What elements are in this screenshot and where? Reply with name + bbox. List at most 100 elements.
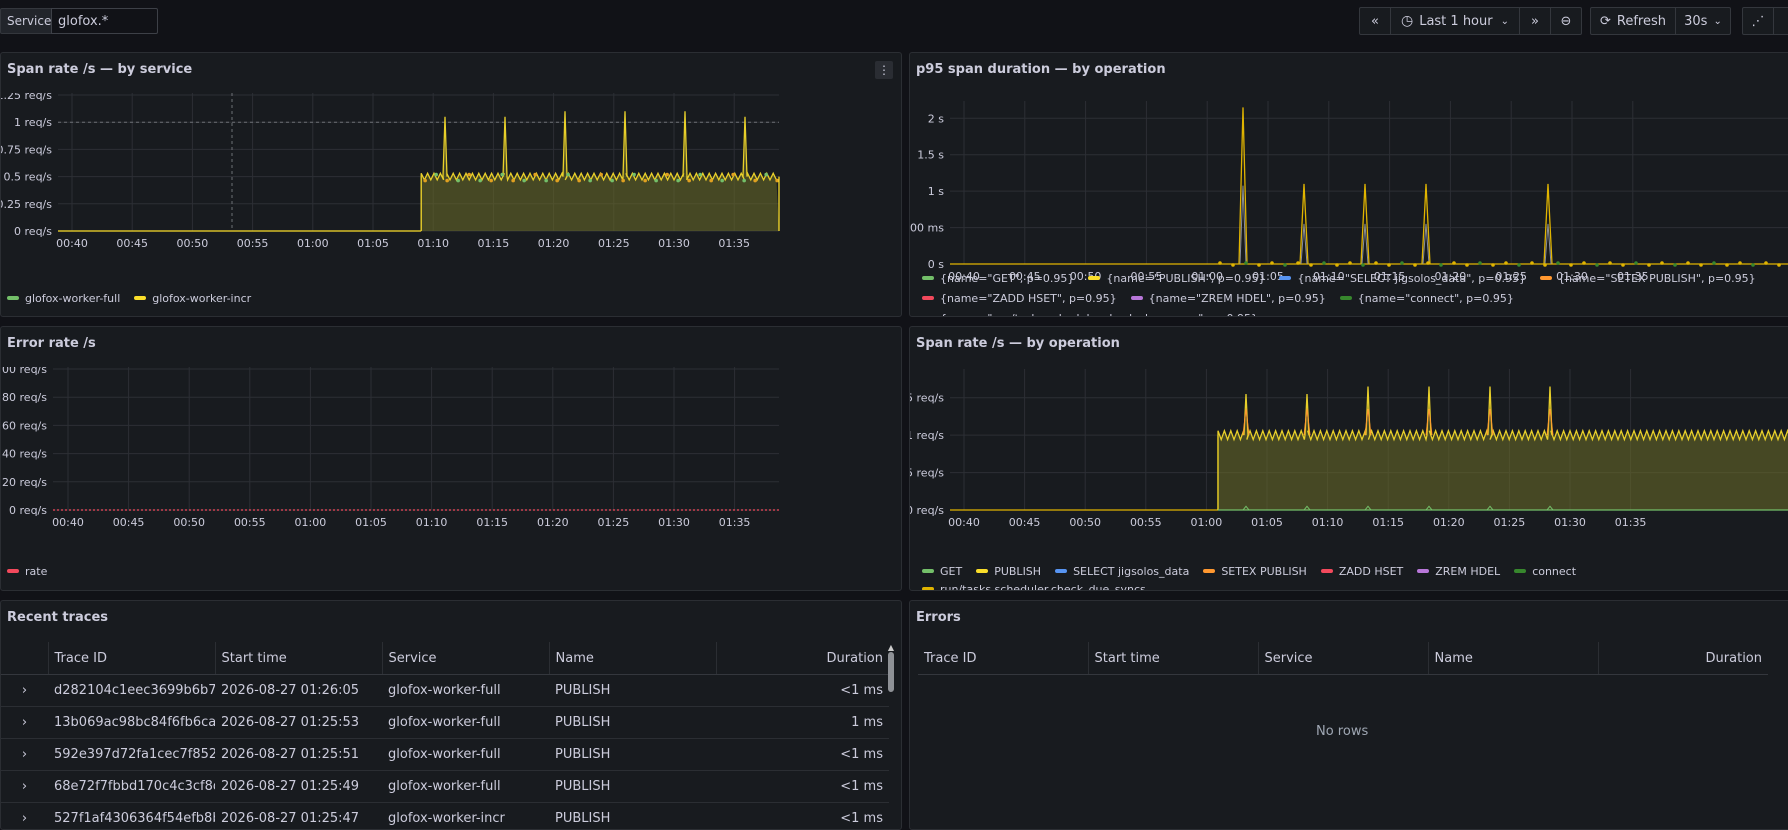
legend-swatch	[922, 316, 934, 317]
data-point	[1439, 263, 1443, 267]
legend-swatch	[7, 296, 19, 300]
duration-cell: <1 ms	[716, 771, 889, 803]
column-header-trace-id[interactable]: Trace ID	[918, 642, 1088, 675]
y-tick-label: 0 req/s	[14, 225, 52, 238]
legend-item[interactable]: {name="SETEX PUBLISH", p=0.95}	[1540, 269, 1756, 287]
table-row[interactable]: › d282104c1eec3699b6b7442026-08-27 01:26:…	[1, 675, 889, 707]
table-row[interactable]: ›13b069ac98bc84f6fb6caf2026-08-27 01:25:…	[1, 707, 889, 739]
legend-item[interactable]: PUBLISH	[976, 562, 1041, 580]
legend-item[interactable]: ZREM HDEL	[1417, 562, 1500, 580]
operation-total-area	[1218, 387, 1788, 511]
span-rate-service-chart: 0 req/s0.25 req/s0.5 req/s0.75 req/s1 re…	[1, 93, 901, 303]
name-cell: PUBLISH	[549, 771, 716, 803]
service-variable-input[interactable]	[51, 8, 158, 34]
x-tick-label: 00:40	[56, 237, 88, 250]
legend-item[interactable]: {name="connect", p=0.95}	[1340, 289, 1514, 307]
data-point	[1348, 261, 1352, 265]
legend-label: {name="GET", p=0.95}	[940, 272, 1074, 285]
legend-item[interactable]: {name="run/tasks.scheduler.check_due_syn…	[922, 309, 1258, 317]
table-header-row: Trace ID Start time Service Name Duratio…	[918, 642, 1768, 675]
legend-swatch	[922, 296, 934, 300]
panel-recent-traces: Recent traces Trace ID Start time Servic…	[0, 600, 902, 830]
x-tick-label: 01:25	[598, 237, 630, 250]
data-point	[467, 173, 471, 177]
column-header-duration[interactable]: Duration	[716, 642, 889, 675]
legend-item[interactable]: {name="PUBLISH", p=0.95}	[1088, 269, 1265, 287]
chart-legend: glofox-worker-full glofox-worker-incr	[7, 289, 265, 307]
row-expand-button[interactable]: ›	[1, 675, 48, 707]
chart-legend: {name="GET", p=0.95} {name="PUBLISH", p=0…	[922, 269, 1788, 317]
x-tick-label: 01:10	[416, 516, 448, 529]
column-header-service[interactable]: Service	[382, 642, 549, 675]
trace-id-link[interactable]: d282104c1eec3699b6b744	[48, 675, 215, 707]
legend-label: glofox-worker-incr	[152, 292, 251, 305]
column-header-service[interactable]: Service	[1258, 642, 1428, 675]
start-time-cell: 2026-08-27 01:26:05	[215, 675, 382, 707]
time-forward-button[interactable]: »	[1519, 7, 1551, 35]
trace-id-link[interactable]: 13b069ac98bc84f6fb6caf	[48, 707, 215, 739]
legend-item[interactable]: ZADD HSET	[1321, 562, 1403, 580]
column-header-duration[interactable]: Duration	[1598, 642, 1768, 675]
legend-item[interactable]: GET	[922, 562, 962, 580]
legend-label: {name="ZREM HDEL", p=0.95}	[1149, 292, 1326, 305]
column-header-name[interactable]: Name	[549, 642, 716, 675]
trace-id-link[interactable]: 592e397d72fa1cec7f85268	[48, 739, 215, 771]
legend-swatch	[1321, 569, 1333, 573]
x-tick-label: 00:45	[116, 237, 148, 250]
column-header-start-time[interactable]: Start time	[1088, 642, 1258, 675]
legend-swatch	[1055, 569, 1067, 573]
table-scrollbar[interactable]: ▲	[887, 644, 895, 830]
legend-item[interactable]: {name="ZREM HDEL", p=0.95}	[1131, 289, 1326, 307]
share-button[interactable]: ⋰	[1742, 7, 1774, 35]
data-point	[1335, 263, 1339, 267]
data-point	[1608, 261, 1612, 265]
legend-item[interactable]: {name="SELECT jigsolos_data", p=0.95}	[1279, 269, 1525, 287]
legend-item[interactable]: SETEX PUBLISH	[1203, 562, 1307, 580]
data-point	[742, 179, 746, 183]
data-point	[577, 179, 581, 183]
table-row[interactable]: ›527f1af4306364f54efb8b2026-08-27 01:25:…	[1, 803, 889, 830]
column-header-name[interactable]: Name	[1428, 642, 1598, 675]
trace-id-link[interactable]: 527f1af4306364f54efb8b	[48, 803, 215, 830]
column-header-start-time[interactable]: Start time	[215, 642, 382, 675]
legend-item[interactable]: {name="GET", p=0.95}	[922, 269, 1074, 287]
start-time-cell: 2026-08-27 01:25:51	[215, 739, 382, 771]
row-expand-button[interactable]: ›	[1, 739, 48, 771]
scroll-up-icon: ▲	[887, 644, 895, 652]
row-expand-button[interactable]: ›	[1, 707, 48, 739]
data-point	[720, 179, 724, 183]
trace-id-link[interactable]: 68e72f7fbbd170c4c3cf8d	[48, 771, 215, 803]
refresh-button[interactable]: ⟳ Refresh	[1590, 7, 1676, 35]
row-expand-button[interactable]: ›	[1, 803, 48, 830]
x-tick-label: 01:00	[1191, 516, 1223, 529]
more-button[interactable]	[1773, 7, 1788, 35]
time-picker-button[interactable]: ◷ Last 1 hour ⌄	[1390, 7, 1520, 35]
legend-item[interactable]: {name="ZADD HSET", p=0.95}	[922, 289, 1117, 307]
data-point	[1712, 261, 1716, 265]
chevron-right-icon: ›	[22, 683, 27, 698]
row-expand-button[interactable]: ›	[1, 771, 48, 803]
expand-column-header	[1, 642, 48, 675]
x-tick-label: 00:55	[234, 516, 266, 529]
x-tick-label: 01:30	[658, 237, 690, 250]
legend-item[interactable]: glofox-worker-full	[7, 289, 120, 307]
time-back-button[interactable]: «	[1359, 7, 1391, 35]
y-tick-label: 1 req/s	[910, 429, 944, 442]
legend-item[interactable]: run/tasks.scheduler.check_due_syncs	[922, 580, 1146, 591]
legend-item[interactable]: connect	[1514, 562, 1576, 580]
refresh-interval-picker[interactable]: 30s ⌄	[1675, 7, 1731, 35]
legend-item[interactable]: SELECT jigsolos_data	[1055, 562, 1189, 580]
x-tick-label: 01:20	[537, 516, 569, 529]
scrollbar-thumb[interactable]	[888, 652, 894, 692]
legend-item[interactable]: glofox-worker-incr	[134, 289, 251, 307]
table-row[interactable]: ›592e397d72fa1cec7f852682026-08-27 01:25…	[1, 739, 889, 771]
table-row[interactable]: ›68e72f7fbbd170c4c3cf8d2026-08-27 01:25:…	[1, 771, 889, 803]
column-header-trace-id[interactable]: Trace ID	[48, 642, 215, 675]
x-tick-label: 00:40	[52, 516, 84, 529]
panel-menu-button[interactable]: ⋮	[875, 61, 893, 79]
x-tick-label: 00:50	[173, 516, 205, 529]
zoom-out-button[interactable]: ⊖	[1550, 7, 1582, 35]
legend-item[interactable]: rate	[7, 562, 47, 580]
chevron-down-icon: ⌄	[1713, 16, 1721, 27]
data-point	[1699, 263, 1703, 267]
